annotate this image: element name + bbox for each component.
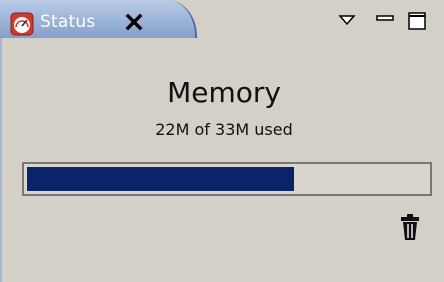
minimize-icon[interactable] [374,10,396,32]
maximize-icon[interactable] [406,10,428,32]
trash-icon[interactable] [398,213,422,241]
memory-progress-bar [22,162,432,196]
gauge-icon [10,12,34,36]
view-title-bar: Status [0,0,444,44]
memory-progress-fill [27,167,294,191]
tab-label: Status [40,12,96,32]
memory-usage-text: 22M of 33M used [155,120,293,139]
memory-title: Memory [167,76,281,109]
view-menu-icon[interactable] [336,10,358,32]
status-view: Status Memory 22M of 33M used [0,0,444,282]
close-icon[interactable] [122,10,146,34]
view-content: Memory 22M of 33M used [0,38,444,282]
